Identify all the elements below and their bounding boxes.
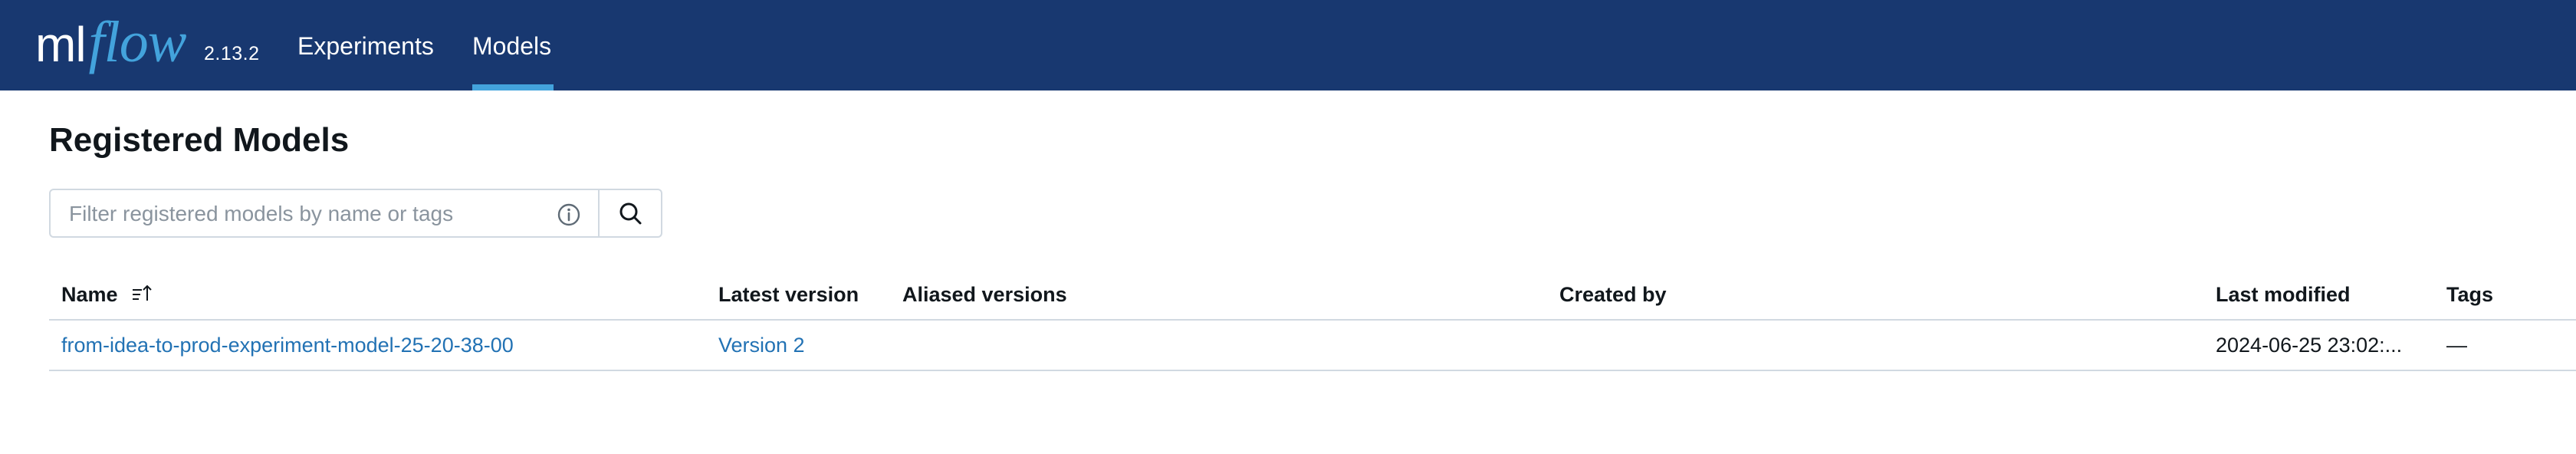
table-row: from-idea-to-prod-experiment-model-25-20… xyxy=(49,321,2576,371)
search-button[interactable] xyxy=(600,189,662,238)
nav-experiments[interactable]: Experiments xyxy=(297,32,434,61)
search-input-container xyxy=(49,189,600,238)
search-input[interactable] xyxy=(67,198,527,230)
active-nav-indicator xyxy=(472,84,554,90)
version-label: 2.13.2 xyxy=(204,43,260,64)
table-header: Name Latest version Aliased versions Cre… xyxy=(49,270,2576,321)
column-header-tags[interactable]: Tags xyxy=(2446,270,2493,319)
column-header-last-modified[interactable]: Last modified xyxy=(2216,270,2351,319)
column-header-latest-version[interactable]: Latest version xyxy=(718,270,859,319)
column-header-name[interactable]: Name xyxy=(61,270,154,319)
latest-version-link[interactable]: Version 2 xyxy=(718,321,805,370)
model-name-link[interactable]: from-idea-to-prod-experiment-model-25-20… xyxy=(61,321,514,370)
tags-cell: — xyxy=(2446,334,2467,357)
mlflow-logo[interactable]: ml flow xyxy=(35,8,186,77)
search-icon xyxy=(619,202,642,225)
logo-flow-text: flow xyxy=(88,10,187,74)
column-header-name-label: Name xyxy=(61,283,118,306)
search-bar xyxy=(49,189,662,238)
column-header-aliased-versions[interactable]: Aliased versions xyxy=(902,270,1067,319)
last-modified-cell: 2024-06-25 23:02:... xyxy=(2216,334,2403,357)
logo-ml-text: ml xyxy=(35,17,87,72)
column-header-created-by[interactable]: Created by xyxy=(1559,270,1667,319)
registered-models-table: Name Latest version Aliased versions Cre… xyxy=(49,270,2576,371)
info-icon[interactable] xyxy=(557,202,581,227)
page-title: Registered Models xyxy=(49,121,350,159)
top-navigation-bar: ml flow 2.13.2 Experiments Models xyxy=(0,0,2576,90)
nav-models[interactable]: Models xyxy=(472,32,551,61)
sort-ascending-icon[interactable] xyxy=(131,282,154,305)
